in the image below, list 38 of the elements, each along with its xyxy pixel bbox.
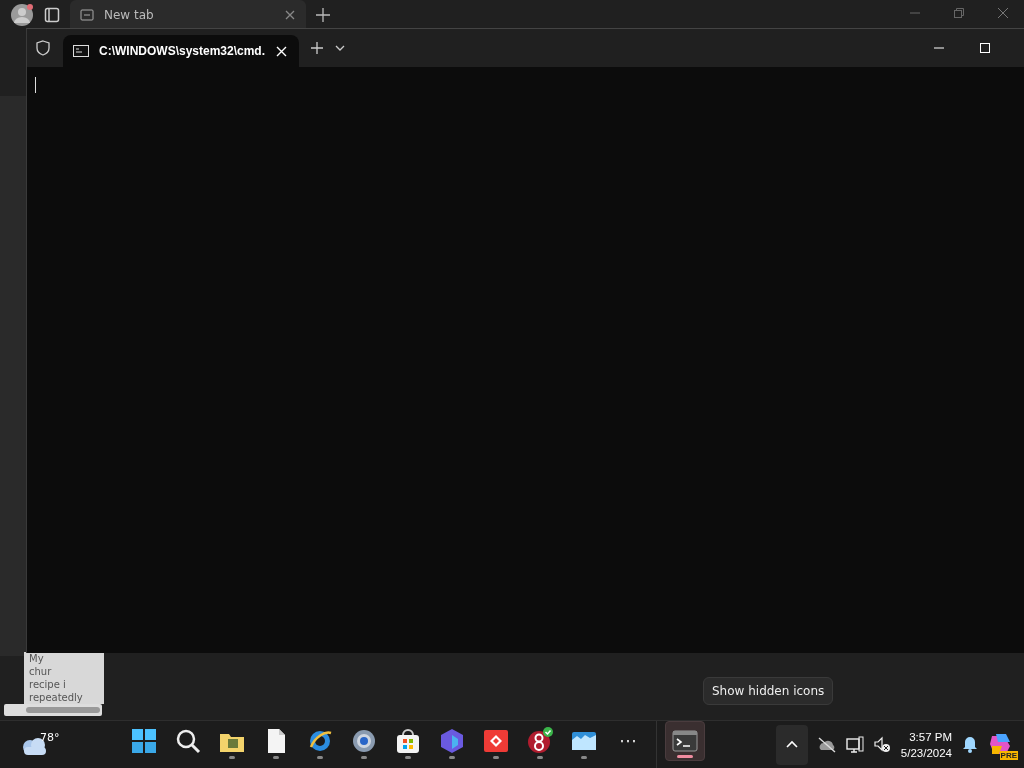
- badge-app-icon: [526, 726, 554, 755]
- page-text: chur: [29, 665, 53, 678]
- new-tab-icon[interactable]: [311, 42, 323, 54]
- badge-text: PRE: [999, 750, 1018, 760]
- page-text: repeatedly: [29, 691, 84, 704]
- tooltip: Show hidden icons: [703, 677, 834, 705]
- console-icon: [73, 45, 89, 57]
- bell-icon[interactable]: [962, 736, 978, 753]
- speaker-muted-icon[interactable]: [873, 736, 891, 753]
- network-icon[interactable]: [845, 735, 864, 754]
- tab-title: New tab: [104, 8, 155, 22]
- page-text: recipe i: [29, 678, 67, 691]
- chevron-up-icon: [785, 740, 798, 749]
- store-icon: [394, 726, 422, 755]
- shield-icon: [35, 40, 51, 56]
- restore-icon[interactable]: [954, 8, 964, 18]
- taskbar-app[interactable]: [665, 720, 705, 761]
- start-icon: [130, 726, 158, 755]
- hexagon-icon: [438, 726, 466, 755]
- dropdown-icon[interactable]: [335, 44, 345, 52]
- avatar-icon: [10, 3, 34, 27]
- clock[interactable]: 3:57 PM 5/23/2024: [900, 728, 952, 761]
- date: 5/23/2024: [900, 745, 952, 761]
- time: 3:57 PM: [909, 729, 952, 745]
- tab-title: C:\WINDOWS\system32\cmd.: [99, 44, 266, 58]
- more-button[interactable]: ⋯: [608, 720, 648, 761]
- terminal-tab[interactable]: C:\WINDOWS\system32\cmd.: [63, 35, 299, 67]
- page-text: My: [29, 652, 45, 665]
- browser-tab[interactable]: New tab: [70, 0, 306, 30]
- cloud-offline-icon[interactable]: [817, 736, 836, 753]
- scrollbar[interactable]: [4, 704, 102, 716]
- page-icon: [80, 8, 94, 22]
- show-hidden-icons-button[interactable]: [775, 724, 808, 765]
- temperature: 78°: [40, 730, 60, 744]
- tab-actions-icon[interactable]: [44, 7, 60, 23]
- maximize-icon[interactable]: [980, 43, 990, 53]
- text-cursor: [35, 77, 36, 93]
- new-tab-icon[interactable]: [316, 8, 330, 22]
